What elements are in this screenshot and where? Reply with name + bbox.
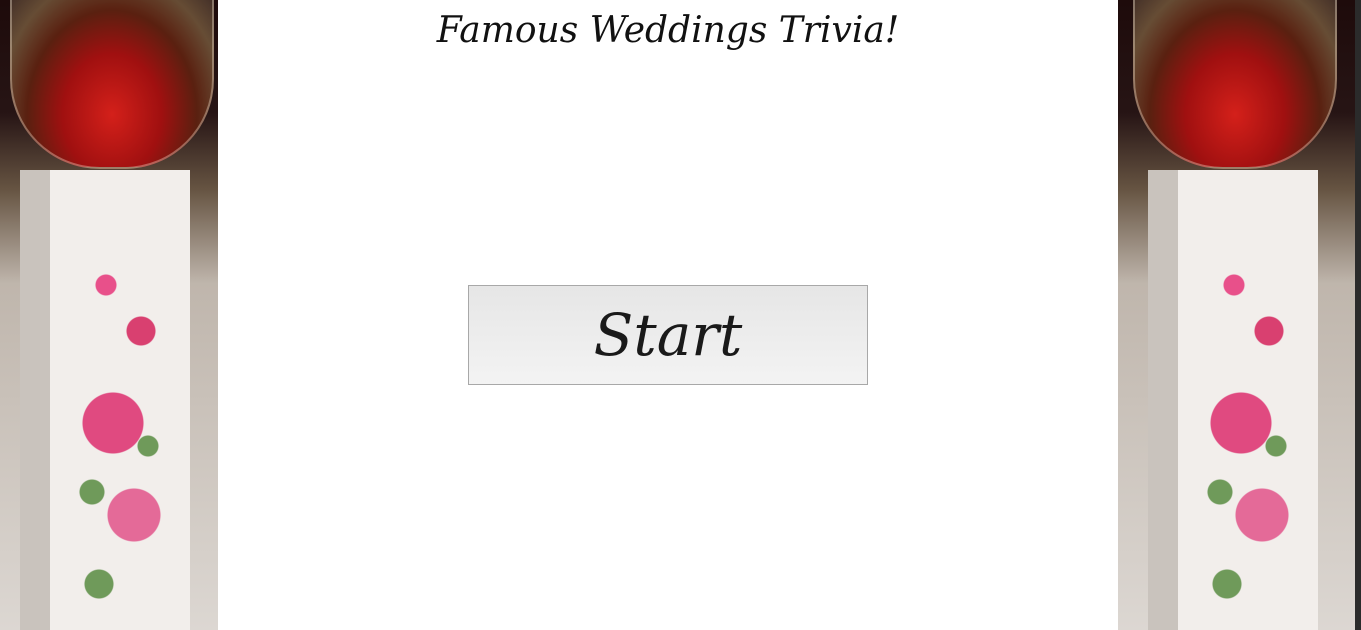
- floral-letter-image: [1148, 170, 1318, 630]
- trivia-page: Famous Weddings Trivia! Start: [0, 0, 1361, 630]
- background-image-right: [1118, 0, 1358, 630]
- wine-glass-image: [1133, 0, 1337, 169]
- floral-letter-image: [20, 170, 190, 630]
- page-title: Famous Weddings Trivia!: [436, 10, 900, 51]
- scrollbar-edge: [1355, 0, 1361, 630]
- wine-glass-image: [10, 0, 214, 169]
- start-button[interactable]: Start: [468, 285, 868, 385]
- quiz-container: Famous Weddings Trivia! Start: [218, 0, 1118, 630]
- background-image-left: [0, 0, 218, 630]
